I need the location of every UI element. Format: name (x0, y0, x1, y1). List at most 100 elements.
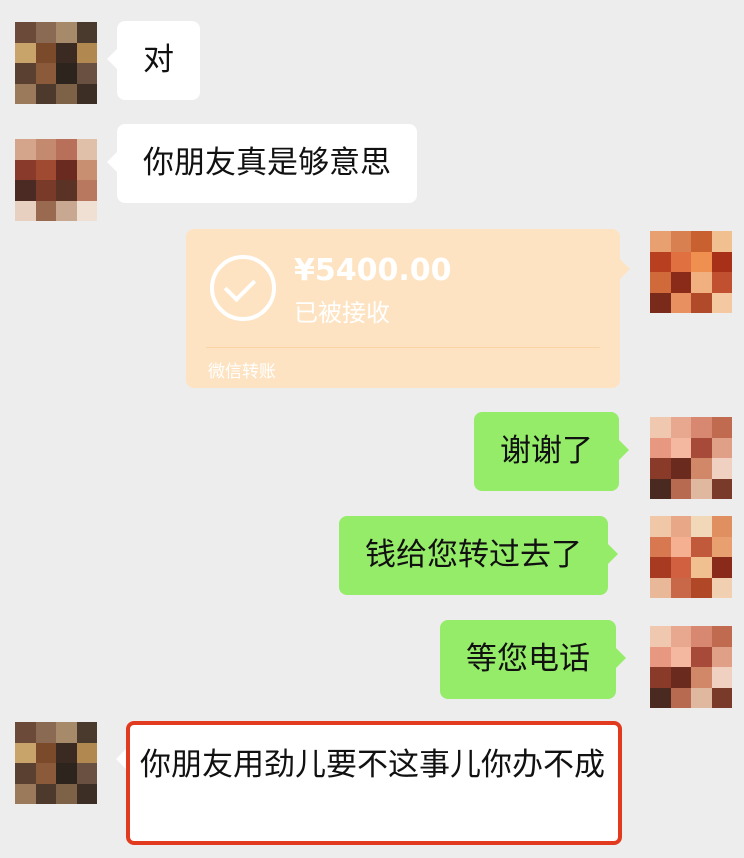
avatar-pixel (711, 272, 732, 293)
bubble-tail (107, 49, 117, 69)
transfer-amount: ¥5400.00 (294, 253, 452, 288)
avatar-pixel (670, 458, 691, 479)
avatar-pixel (650, 478, 671, 499)
avatar-pixel (15, 159, 36, 180)
avatar-pixel (711, 557, 732, 578)
message-bubble-incoming[interactable]: 你朋友真是够意思 (107, 124, 417, 203)
avatar-pixel (76, 763, 97, 784)
avatar-pixel (15, 200, 36, 221)
avatar-pixel (650, 272, 671, 293)
friend-avatar[interactable] (15, 139, 97, 221)
avatar-pixel (670, 272, 691, 293)
avatar-pixel (56, 180, 77, 201)
avatar-pixel (711, 417, 732, 438)
avatar-pixel (76, 200, 97, 221)
message-bubble-outgoing[interactable]: 等您电话 (440, 620, 626, 699)
message-text: 等您电话 (466, 641, 590, 677)
avatar-pixel (650, 667, 671, 688)
divider (206, 347, 600, 348)
avatar-pixel (35, 22, 56, 43)
avatar-pixel (711, 292, 732, 313)
avatar-pixel (650, 687, 671, 708)
avatar-pixel (691, 667, 712, 688)
avatar-pixel (691, 417, 712, 438)
avatar-pixel (15, 139, 36, 160)
avatar-pixel (670, 536, 691, 557)
avatar-pixel (56, 139, 77, 160)
avatar-pixel (691, 437, 712, 458)
avatar-pixel (691, 292, 712, 313)
self-avatar[interactable] (650, 417, 732, 499)
avatar-pixel (670, 417, 691, 438)
message-bubble-incoming[interactable]: 对 (107, 21, 200, 100)
avatar-pixel (691, 458, 712, 479)
message-bubble-outgoing[interactable]: 谢谢了 (474, 412, 629, 491)
highlight-box (126, 721, 622, 845)
money-transfer-card[interactable]: ¥5400.00 已被接收 微信转账 (186, 229, 630, 388)
avatar-pixel (670, 437, 691, 458)
self-avatar[interactable] (650, 231, 732, 313)
message-bubble-outgoing[interactable]: 钱给您转过去了 (339, 516, 618, 595)
message-text: 你朋友真是够意思 (143, 145, 391, 181)
avatar-pixel (15, 180, 36, 201)
avatar-pixel (56, 200, 77, 221)
avatar-pixel (711, 251, 732, 272)
avatar-pixel (56, 763, 77, 784)
avatar-pixel (670, 557, 691, 578)
bubble-tail (619, 440, 629, 460)
avatar-pixel (650, 626, 671, 647)
self-avatar[interactable] (650, 516, 732, 598)
friend-avatar[interactable] (15, 722, 97, 804)
avatar-pixel (691, 536, 712, 557)
avatar-pixel (56, 742, 77, 763)
avatar-pixel (76, 722, 97, 743)
avatar-pixel (650, 417, 671, 438)
avatar-pixel (35, 139, 56, 160)
avatar-pixel (650, 231, 671, 252)
avatar-pixel (670, 516, 691, 537)
avatar-pixel (35, 180, 56, 201)
checkmark-circle-icon (210, 255, 276, 321)
avatar-pixel (691, 272, 712, 293)
avatar-pixel (76, 139, 97, 160)
avatar-pixel (691, 516, 712, 537)
avatar-pixel (650, 557, 671, 578)
avatar-pixel (15, 783, 36, 804)
avatar-pixel (711, 667, 732, 688)
avatar-pixel (650, 437, 671, 458)
bubble-tail (616, 648, 626, 668)
bubble-tail (608, 544, 618, 564)
avatar-pixel (35, 42, 56, 63)
avatar-pixel (711, 231, 732, 252)
avatar-pixel (711, 626, 732, 647)
avatar-pixel (15, 42, 36, 63)
avatar-pixel (35, 742, 56, 763)
avatar-pixel (76, 83, 97, 104)
avatar-pixel (650, 458, 671, 479)
avatar-pixel (35, 763, 56, 784)
avatar-pixel (670, 251, 691, 272)
friend-avatar[interactable] (15, 22, 97, 104)
avatar-pixel (35, 200, 56, 221)
avatar-pixel (670, 577, 691, 598)
avatar-pixel (76, 742, 97, 763)
avatar-pixel (76, 783, 97, 804)
avatar-pixel (15, 763, 36, 784)
avatar-pixel (56, 722, 77, 743)
avatar-pixel (691, 646, 712, 667)
avatar-pixel (711, 687, 732, 708)
avatar-pixel (670, 292, 691, 313)
avatar-pixel (670, 646, 691, 667)
avatar-pixel (56, 63, 77, 84)
message-text: 谢谢了 (500, 433, 593, 469)
self-avatar[interactable] (650, 626, 732, 708)
avatar-pixel (711, 478, 732, 499)
bubble-tail (107, 152, 117, 172)
avatar-pixel (15, 63, 36, 84)
avatar-pixel (691, 577, 712, 598)
avatar-pixel (650, 536, 671, 557)
avatar-pixel (56, 42, 77, 63)
avatar-pixel (711, 577, 732, 598)
message-text: 对 (143, 42, 174, 78)
transfer-status: 已被接收 (294, 299, 390, 327)
